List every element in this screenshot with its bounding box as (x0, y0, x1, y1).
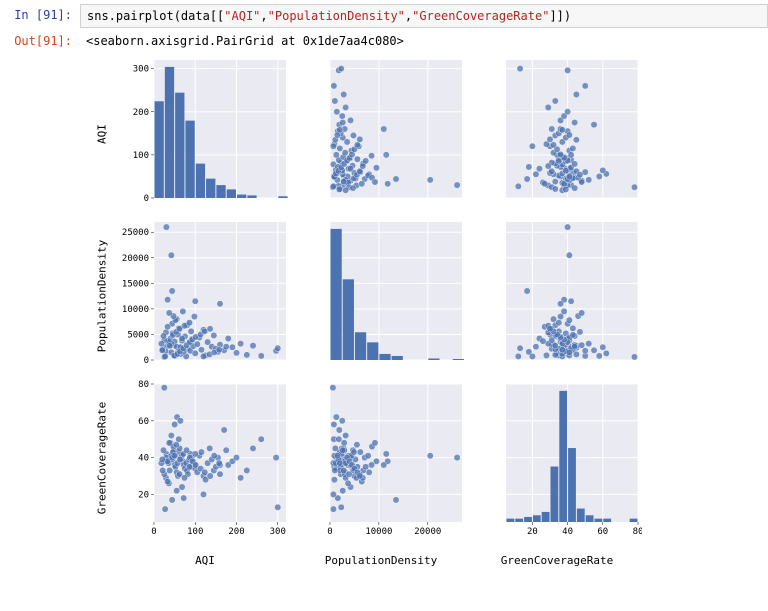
pairplot-panel-PopulationDensity-vs-PopulationDensity (296, 216, 466, 376)
pairplot-panel-GreenCoverageRate-vs-PopulationDensity: 0 10000 20000 (296, 378, 466, 538)
code-token: sns.pairplot(data[[ (87, 9, 224, 23)
svg-text:200: 200 (133, 108, 149, 118)
svg-text:10000: 10000 (122, 305, 149, 315)
svg-text:20: 20 (527, 527, 538, 537)
y-axis-label-text: PopulationDensity (96, 240, 109, 353)
svg-text:0: 0 (144, 194, 149, 204)
x-axis-label: AQI (120, 540, 290, 568)
svg-text:60: 60 (138, 417, 149, 427)
spacer (90, 540, 114, 568)
svg-text:0: 0 (327, 527, 332, 537)
svg-text:10000: 10000 (365, 527, 392, 537)
pairplot-panel-PopulationDensity-vs-AQI: 0 5000 10000 15000 20000 25000 (120, 216, 290, 376)
svg-text:5000: 5000 (127, 330, 149, 340)
y-axis-label-text: GreenCoverageRate (96, 402, 109, 515)
y-axis-label-text: AQI (96, 124, 109, 144)
svg-text:20: 20 (138, 490, 149, 500)
jupyter-notebook: In [91]: sns.pairplot(data[["AQI","Popul… (0, 0, 768, 568)
svg-text:40: 40 (562, 527, 573, 537)
code-string: "PopulationDensity" (268, 9, 405, 23)
pairplot-panel-AQI-vs-PopulationDensity (296, 54, 466, 214)
svg-text:80: 80 (633, 527, 642, 537)
pairplot-panel-PopulationDensity-vs-GreenCoverageRate (472, 216, 642, 376)
svg-text:40: 40 (138, 454, 149, 464)
y-axis-label: AQI (90, 54, 114, 214)
in-prompt: In [91]: (0, 4, 80, 22)
svg-text:20000: 20000 (122, 254, 149, 264)
x-axis-label-text: GreenCoverageRate (501, 554, 614, 567)
x-axis-label-text: AQI (195, 554, 215, 567)
code-token: ]]) (549, 9, 571, 23)
code-token: , (260, 9, 267, 23)
pairplot-figure: AQI0100200300PopulationDensity0500010000… (90, 54, 768, 568)
svg-text:0: 0 (151, 527, 156, 537)
svg-text:20000: 20000 (414, 527, 441, 537)
svg-text:200: 200 (228, 527, 244, 537)
svg-text:15000: 15000 (122, 279, 149, 289)
x-axis-label: PopulationDensity (296, 540, 466, 568)
pairplot-panel-AQI-vs-AQI: 0 100 200 300 (120, 54, 290, 214)
y-axis-label: PopulationDensity (90, 216, 114, 376)
output-cell: Out[91]: <seaborn.axisgrid.PairGrid at 0… (0, 30, 768, 48)
output-repr: <seaborn.axisgrid.PairGrid at 0x1de7aa4c… (80, 30, 768, 48)
y-axis-label: GreenCoverageRate (90, 378, 114, 538)
code-input[interactable]: sns.pairplot(data[["AQI","PopulationDens… (80, 4, 768, 28)
input-cell: In [91]: sns.pairplot(data[["AQI","Popul… (0, 4, 768, 28)
code-string: "GreenCoverageRate" (412, 9, 549, 23)
pairplot-panel-GreenCoverageRate-vs-GreenCoverageRate: 20 40 60 80 (472, 378, 642, 538)
svg-text:300: 300 (133, 65, 149, 75)
svg-text:25000: 25000 (122, 228, 149, 238)
code-string: "AQI" (224, 9, 260, 23)
svg-text:300: 300 (270, 527, 286, 537)
svg-text:80: 80 (138, 380, 149, 390)
pairplot-panel-AQI-vs-GreenCoverageRate (472, 54, 642, 214)
svg-text:0: 0 (144, 356, 149, 366)
x-axis-label-text: PopulationDensity (325, 554, 438, 567)
pairplot-panel-GreenCoverageRate-vs-AQI: 20 40 60 80 0 100 200 300 (120, 378, 290, 538)
out-prompt: Out[91]: (0, 30, 80, 48)
svg-text:100: 100 (187, 527, 203, 537)
svg-text:60: 60 (597, 527, 608, 537)
x-axis-label: GreenCoverageRate (472, 540, 642, 568)
svg-text:100: 100 (133, 151, 149, 161)
